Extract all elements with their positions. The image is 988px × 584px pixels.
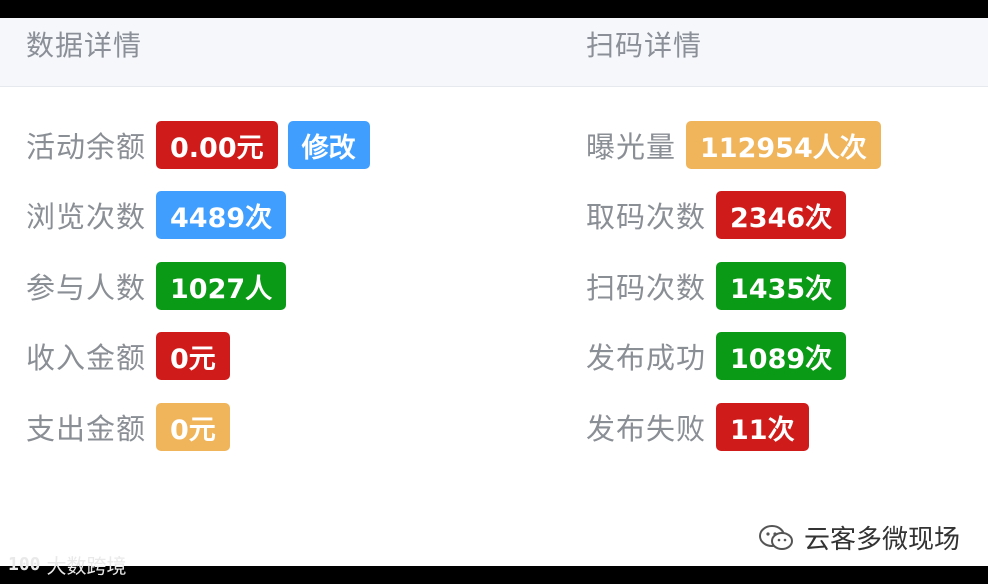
publish-fail-label: 发布失败: [586, 412, 707, 446]
exposure-label: 曝光量: [586, 130, 677, 164]
edit-balance-button[interactable]: 修改: [287, 121, 370, 169]
scan-row-exposure: 曝光量 112954人次: [586, 120, 881, 170]
wechat-account-name: 云客多微现场: [803, 525, 960, 555]
panel-header: 数据详情 扫码详情: [0, 18, 988, 87]
wechat-icon: [758, 523, 794, 553]
scan-row-publish-fail: 发布失败 11次: [586, 402, 809, 452]
data-row-income: 收入金额 0元: [26, 331, 230, 381]
source-logo: 100: [8, 554, 41, 575]
code-fetch-label: 取码次数: [586, 200, 707, 234]
data-row-expense: 支出金额 0元: [26, 402, 230, 452]
activity-balance-label: 活动余额: [26, 130, 147, 164]
scan-row-scans: 扫码次数 1435次: [586, 261, 847, 311]
code-fetch-badge: 2346次: [716, 191, 847, 239]
expense-label: 支出金额: [26, 412, 147, 446]
publish-success-label: 发布成功: [586, 341, 707, 375]
data-row-activity-balance: 活动余额 0.00元 修改: [26, 120, 370, 170]
income-label: 收入金额: [26, 341, 147, 375]
scan-row-code-fetch: 取码次数 2346次: [586, 190, 847, 240]
publish-success-badge: 1089次: [716, 332, 847, 380]
scan-row-publish-success: 发布成功 1089次: [586, 331, 847, 381]
data-panel: 数据详情 扫码详情 活动余额 0.00元 修改 浏览次数 4489次 参与人数 …: [0, 18, 988, 566]
source-watermark: 100 大数跨境: [8, 550, 127, 579]
participants-label: 参与人数: [26, 271, 147, 305]
data-row-views: 浏览次数 4489次: [26, 190, 287, 240]
data-row-participants: 参与人数 1027人: [26, 261, 287, 311]
views-badge: 4489次: [156, 191, 287, 239]
activity-balance-badge: 0.00元: [156, 121, 278, 169]
source-name: 大数跨境: [46, 554, 127, 578]
income-badge: 0元: [156, 332, 230, 380]
expense-badge: 0元: [156, 403, 230, 451]
wechat-watermark: 云客多微现场: [758, 519, 960, 556]
scans-label: 扫码次数: [586, 271, 707, 305]
data-details-title: 数据详情: [26, 29, 143, 62]
scan-details-title: 扫码详情: [586, 29, 703, 62]
exposure-badge: 112954人次: [686, 121, 881, 169]
views-label: 浏览次数: [26, 200, 147, 234]
scans-badge: 1435次: [716, 262, 847, 310]
publish-fail-badge: 11次: [716, 403, 809, 451]
participants-badge: 1027人: [156, 262, 287, 310]
